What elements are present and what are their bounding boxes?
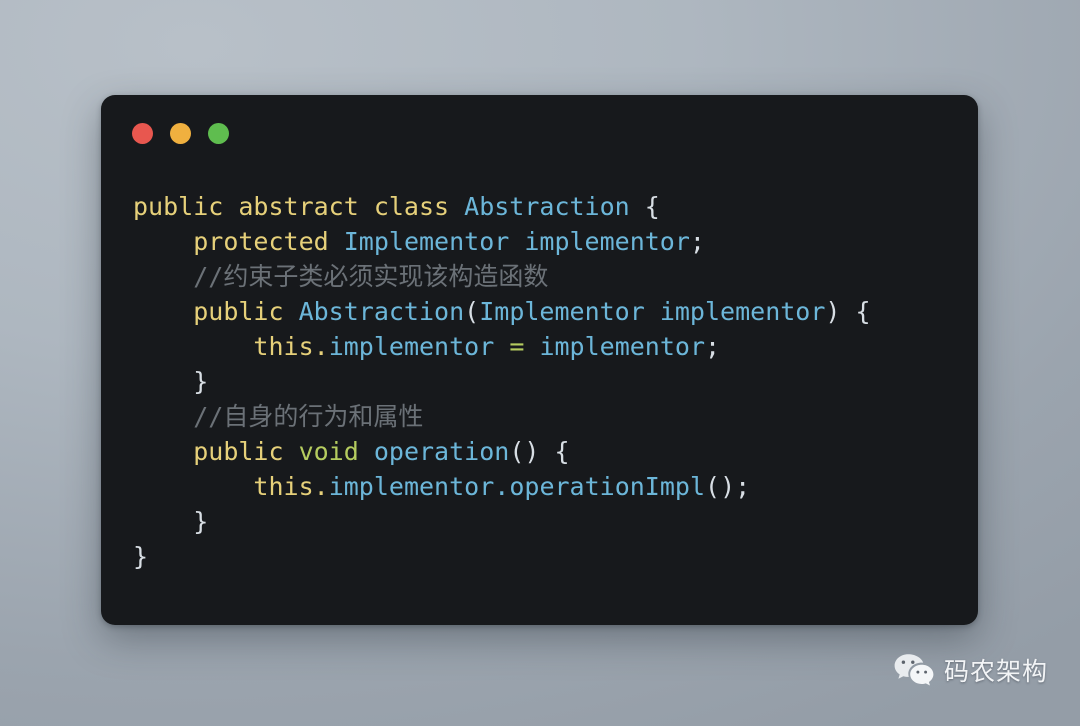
code-token: =: [509, 332, 525, 361]
code-line: public Abstraction(Implementor implement…: [133, 294, 968, 329]
code-token: }: [133, 507, 209, 536]
maximize-button[interactable]: [208, 123, 229, 144]
wechat-icon: [894, 654, 934, 686]
code-token: {: [629, 192, 660, 221]
code-token: Implementor implementor: [343, 227, 690, 256]
code-token: ;: [705, 332, 721, 361]
code-token: protected: [193, 227, 344, 256]
code-token: public: [193, 437, 299, 466]
code-token: implementor: [524, 332, 706, 361]
minimize-button[interactable]: [170, 123, 191, 144]
code-window: public abstract class Abstraction { prot…: [101, 95, 978, 625]
code-line: }: [133, 364, 968, 399]
code-line: public abstract class Abstraction {: [133, 189, 968, 224]
code-token: public abstract class: [133, 192, 465, 221]
watermark: 码农架构: [893, 652, 1048, 688]
code-line: //约束子类必须实现该构造函数: [133, 259, 968, 294]
code-token: Implementor implementor: [479, 297, 826, 326]
window-controls: [132, 123, 229, 144]
code-token: //约束子类必须实现该构造函数: [193, 262, 549, 291]
screenshot-canvas: public abstract class Abstraction { prot…: [0, 0, 1080, 726]
code-token: (): [705, 472, 736, 501]
code-token: }: [133, 542, 149, 571]
code-token: .: [313, 472, 329, 501]
code-token: .: [494, 472, 510, 501]
window-titlebar[interactable]: [101, 95, 978, 167]
code-line: }: [133, 504, 968, 539]
code-token: void: [298, 437, 374, 466]
code-token: this: [253, 472, 314, 501]
code-token: operation: [373, 437, 510, 466]
code-token: //自身的行为和属性: [193, 402, 424, 431]
code-token: operationImpl: [509, 472, 706, 501]
code-token: ;: [735, 472, 751, 501]
code-block[interactable]: public abstract class Abstraction { prot…: [133, 189, 968, 574]
code-line: //自身的行为和属性: [133, 399, 968, 434]
code-token: Abstraction: [464, 192, 630, 221]
code-line: this.implementor.operationImpl();: [133, 469, 968, 504]
close-button[interactable]: [132, 123, 153, 144]
code-line: public void operation() {: [133, 434, 968, 469]
code-token: .: [313, 332, 329, 361]
code-token: Abstraction: [298, 297, 465, 326]
code-token: implementor: [328, 332, 510, 361]
code-line: }: [133, 539, 968, 574]
code-token: () {: [509, 437, 570, 466]
code-token: }: [133, 367, 209, 396]
code-line: this.implementor = implementor;: [133, 329, 968, 364]
code-token: public: [193, 297, 299, 326]
code-token: ;: [689, 227, 705, 256]
code-token: ) {: [825, 297, 871, 326]
code-token: implementor: [328, 472, 495, 501]
watermark-label: 码农架构: [944, 657, 1049, 686]
code-line: protected Implementor implementor;: [133, 224, 968, 259]
code-token: this: [253, 332, 314, 361]
code-token: (: [464, 297, 480, 326]
